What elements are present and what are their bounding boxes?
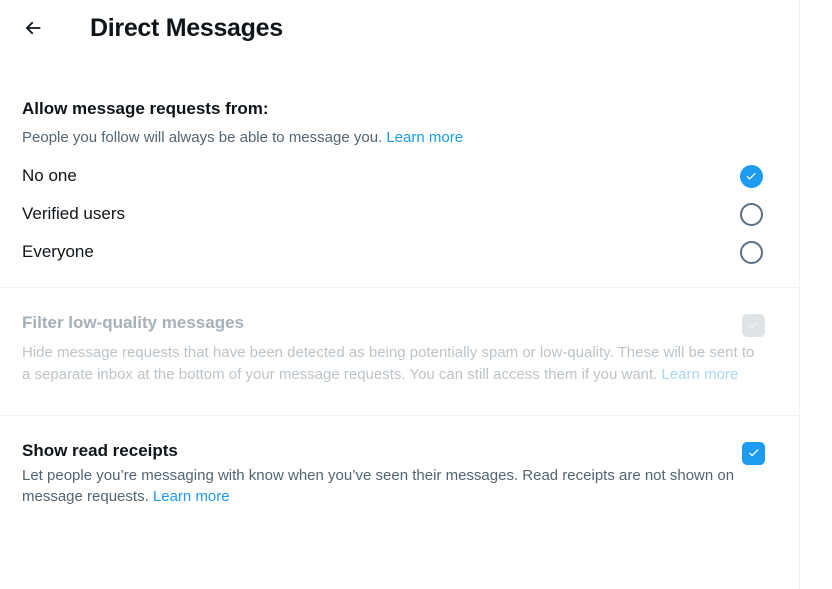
filter-low-quality-description: Hide message requests that have been det… — [22, 342, 756, 385]
check-icon — [744, 169, 759, 184]
allow-requests-radio-group: No one Verified users Everyone — [22, 157, 777, 271]
filter-low-quality-header-row: Filter low-quality messages — [22, 312, 777, 338]
radio-control-unchecked[interactable] — [740, 202, 763, 226]
radio-option-label: Verified users — [22, 204, 125, 224]
show-read-receipts-section: Show read receipts Let people you’re mes… — [0, 416, 799, 508]
allow-requests-heading: Allow message requests from: — [22, 99, 269, 118]
back-button[interactable] — [14, 9, 52, 47]
show-read-receipts-header-row: Show read receipts — [22, 440, 777, 465]
check-icon — [746, 318, 761, 333]
direct-messages-settings-screen: Direct Messages Allow message requests f… — [0, 0, 832, 589]
allow-requests-description: People you follow will always be able to… — [22, 127, 777, 148]
show-read-receipts-description-text: Let people you’re messaging with know wh… — [22, 466, 735, 506]
arrow-left-icon — [22, 17, 44, 39]
page-header: Direct Messages — [0, 0, 799, 56]
show-read-receipts-learn-more-link[interactable]: Learn more — [153, 488, 230, 505]
filter-low-quality-description-text: Hide message requests that have been det… — [22, 344, 755, 383]
settings-panel: Direct Messages Allow message requests f… — [0, 0, 800, 589]
allow-requests-description-text: People you follow will always be able to… — [22, 128, 387, 146]
filter-low-quality-learn-more-link[interactable]: Learn more — [662, 366, 739, 383]
filter-low-quality-section: Filter low-quality messages Hide message… — [0, 288, 799, 385]
radio-option-verified-users[interactable]: Verified users — [22, 195, 777, 233]
filter-low-quality-heading: Filter low-quality messages — [22, 313, 245, 333]
radio-option-label: Everyone — [22, 242, 94, 262]
radio-option-label: No one — [22, 166, 77, 186]
radio-control-unchecked[interactable] — [740, 240, 763, 264]
page-title: Direct Messages — [90, 13, 283, 42]
allow-message-requests-section: Allow message requests from: People you … — [0, 56, 799, 271]
show-read-receipts-checkbox[interactable] — [742, 441, 765, 465]
radio-option-no-one[interactable]: No one — [22, 157, 777, 195]
radio-control-checked[interactable] — [740, 164, 763, 188]
check-icon — [746, 445, 762, 461]
filter-low-quality-checkbox — [742, 314, 765, 338]
show-read-receipts-description: Let people you’re messaging with know wh… — [22, 465, 756, 508]
show-read-receipts-heading: Show read receipts — [22, 440, 178, 460]
radio-option-everyone[interactable]: Everyone — [22, 233, 777, 271]
allow-requests-learn-more-link[interactable]: Learn more — [386, 129, 463, 146]
